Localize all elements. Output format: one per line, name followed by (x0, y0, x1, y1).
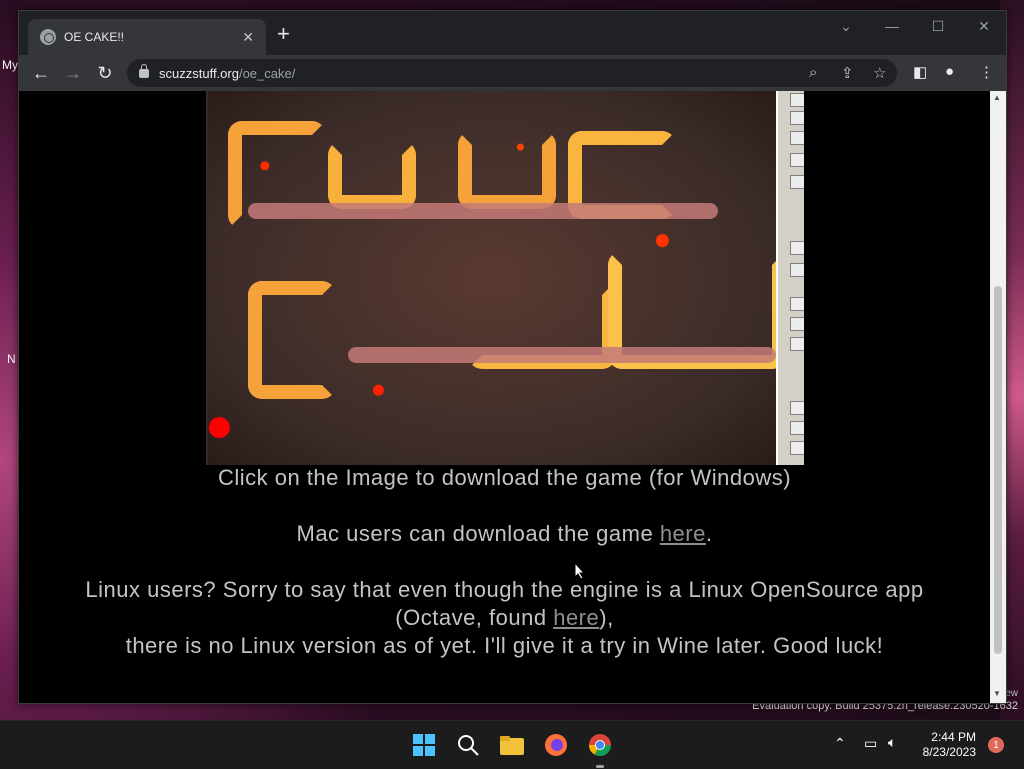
page-viewport: Click on the Image to download the game … (19, 91, 990, 703)
linux-notice-line-1: Linux users? Sorry to say that even thou… (85, 577, 924, 602)
tab-oe-cake[interactable]: OE CAKE!! ✕ (28, 19, 266, 55)
clock-time: 2:44 PM (931, 730, 976, 744)
taskbar: ⌃ ▭ 🔈︎ 2:44 PM 8/23/2023 1 (0, 720, 1024, 769)
tab-strip: OE CAKE!! ✕ + ⌄ — ☐ ✕ (19, 11, 1006, 55)
tab-title: OE CAKE!! (64, 30, 125, 44)
search-icon[interactable] (454, 731, 482, 759)
desktop-watermark-fragment: ew (1005, 688, 1018, 699)
close-icon[interactable]: ✕ (242, 29, 254, 46)
scrollbar-thumb[interactable] (994, 286, 1002, 654)
reload-button[interactable]: ↻ (93, 61, 117, 85)
new-tab-button[interactable]: + (277, 23, 290, 45)
minimize-button[interactable]: — (869, 11, 915, 41)
back-button[interactable]: ← (29, 61, 53, 85)
chrome-icon[interactable] (586, 731, 614, 759)
share-icon[interactable]: ⇪ (841, 64, 854, 82)
linux-notice-line-2: (Octave, found here), (395, 605, 614, 630)
octave-link[interactable]: here (553, 605, 599, 630)
linux-notice-line-3: there is no Linux version as of yet. I'l… (125, 633, 884, 658)
chevron-up-icon[interactable]: ⌃ (834, 735, 846, 752)
zoom-search-icon[interactable]: ⌕ (809, 64, 817, 81)
file-explorer-icon[interactable] (498, 731, 526, 759)
mac-download-text: Mac users can download the game here. (296, 521, 713, 546)
lock-icon[interactable] (139, 63, 149, 78)
volume-icon[interactable]: 🔈︎ (888, 734, 896, 751)
browser-window: OE CAKE!! ✕ + ⌄ — ☐ ✕ ← → ↻ scuzzstuff.o… (18, 10, 1007, 704)
profile-avatar-icon[interactable]: ● (945, 63, 954, 80)
mac-download-link[interactable]: here (660, 521, 706, 546)
network-icon[interactable]: ▭ (864, 735, 877, 752)
bookmark-star-icon[interactable]: ☆ (873, 64, 886, 82)
maximize-button[interactable]: ☐ (915, 11, 961, 41)
start-windows-icon[interactable] (410, 731, 438, 759)
windows-download-text: Click on the Image to download the game … (217, 465, 792, 490)
game-tool-panel (776, 91, 804, 465)
notification-badge[interactable]: 1 (988, 737, 1004, 753)
close-window-button[interactable]: ✕ (961, 11, 1007, 41)
game-screenshot-link[interactable] (206, 91, 804, 465)
desktop-icon-label: N (7, 352, 16, 366)
firefox-icon[interactable] (542, 731, 570, 759)
clock-date: 8/23/2023 (922, 745, 976, 759)
forward-button[interactable]: → (61, 61, 85, 85)
scroll-up-arrow-icon[interactable]: ▲ (993, 93, 1001, 102)
browser-toolbar: ← → ↻ scuzzstuff.org/oe_cake/ ⌕ ⇪ ☆ ◧ ● … (19, 55, 1006, 91)
url-text[interactable]: scuzzstuff.org/oe_cake/ (159, 66, 295, 81)
scroll-down-arrow-icon[interactable]: ▼ (993, 689, 1001, 698)
address-bar[interactable]: scuzzstuff.org/oe_cake/ ⌕ ⇪ ☆ (127, 59, 897, 87)
clock[interactable]: 2:44 PM 8/23/2023 (923, 730, 976, 760)
menu-kebab-icon[interactable]: ⋮ (979, 63, 994, 81)
tab-search-chevron-down-icon[interactable]: ⌄ (823, 11, 869, 41)
game-canvas-image (208, 91, 786, 465)
page-scrollbar[interactable]: ▲ ▼ (990, 91, 1006, 703)
globe-icon (40, 29, 56, 45)
side-panel-icon[interactable]: ◧ (913, 63, 927, 81)
desktop-icon-label: My (2, 58, 18, 72)
mouse-cursor-icon (574, 562, 586, 580)
